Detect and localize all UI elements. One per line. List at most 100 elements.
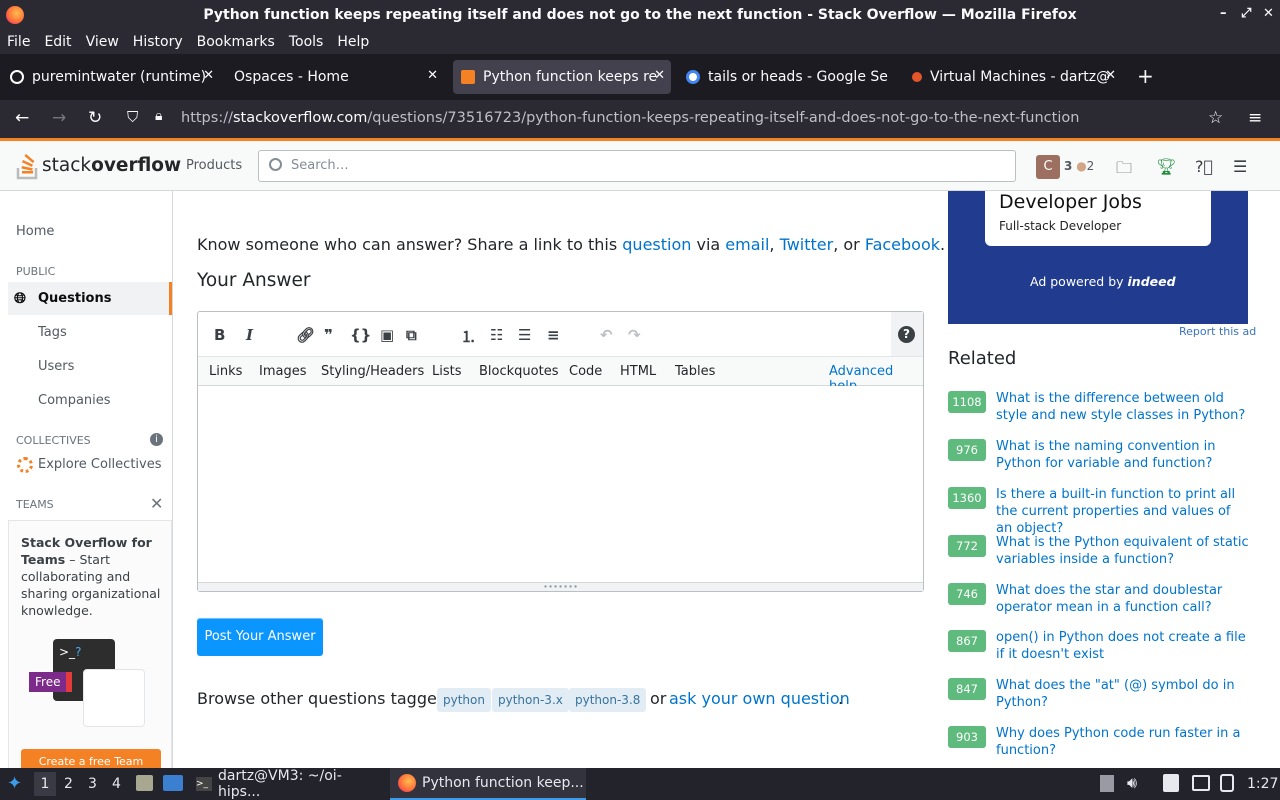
nav-explore-collectives[interactable]: Explore Collectives [38,457,162,472]
menu-history[interactable]: History [126,34,190,50]
help-icon[interactable]: ? [898,326,915,343]
workspace-1[interactable]: 1 [34,772,56,796]
post-answer-button[interactable]: Post Your Answer [197,618,323,656]
tab-google[interactable]: tails or heads - Google Se [678,60,896,94]
related-link[interactable]: What is the naming convention in Python … [996,438,1250,472]
help-styling[interactable]: Styling/Headers [321,364,424,379]
help-code[interactable]: Code [569,364,602,379]
redo-icon[interactable]: ↷ [628,326,641,344]
volume-icon[interactable]: 🔊︎ [1127,773,1137,793]
lock-icon[interactable]: 🔒︎ [155,108,162,124]
menu-edit[interactable]: Edit [37,34,78,50]
blockquote-icon[interactable]: ❞ [324,326,333,344]
tag-python[interactable]: python [437,688,491,712]
menu-help[interactable]: Help [330,34,376,50]
bulleted-list-icon[interactable]: ☷ [490,326,503,344]
tab-close-icon[interactable]: ✕ [654,68,665,83]
snippet-icon[interactable]: ⧉ [406,326,417,344]
italic-icon[interactable]: I [246,326,253,344]
help-icon[interactable]: ?⃝ [1195,157,1213,176]
help-images[interactable]: Images [259,364,307,379]
bold-icon[interactable]: B [214,326,225,344]
stackexchange-icon[interactable]: ☰ [1233,157,1247,176]
tag-python-3x[interactable]: python-3.x [492,688,569,712]
close-icon[interactable]: ✕ [1263,6,1274,21]
share-email-link[interactable]: email [725,235,769,254]
related-link[interactable]: What is the Python equivalent of static … [996,534,1250,568]
undo-icon[interactable]: ↶ [600,326,613,344]
inbox-icon[interactable]: 🗀︎ [1116,157,1132,184]
related-link[interactable]: open() in Python does not create a file … [996,629,1250,663]
resize-grip[interactable]: ∙∙∙∙∙∙∙ [198,582,923,591]
help-blockquotes[interactable]: Blockquotes [479,364,558,379]
menu-file[interactable]: File [0,34,37,50]
avatar[interactable]: C [1036,155,1060,179]
tab-virtual-machines[interactable]: Virtual Machines - dartz@ ✕ [904,60,1122,94]
help-html[interactable]: HTML [620,364,656,379]
report-ad-link[interactable]: Report this ad [1179,325,1256,338]
heading-icon[interactable]: ☰ [518,326,531,344]
help-tables[interactable]: Tables [675,364,715,379]
task-firefox[interactable]: Python function keep... [390,768,586,800]
image-icon[interactable]: ▣ [380,326,394,344]
nav-tags[interactable]: Tags [38,325,67,340]
answer-textarea[interactable] [198,386,923,582]
url-bar[interactable]: https://stackoverflow.com/questions/7351… [181,110,1079,126]
workspace-3[interactable]: 3 [88,776,97,792]
share-twitter-link[interactable]: Twitter [780,235,834,254]
menu-tools[interactable]: Tools [282,34,331,50]
nav-companies[interactable]: Companies [38,393,111,408]
start-menu-icon[interactable]: ✦ [7,773,22,794]
clipboard-icon[interactable] [1100,775,1114,792]
horizontal-rule-icon[interactable]: ≡ [547,326,560,344]
battery-icon[interactable] [1220,774,1234,792]
products-menu[interactable]: Products [186,158,242,173]
shield-icon[interactable]: ⛉ [127,108,138,126]
numbered-list-icon[interactable]: ⒈ [461,326,476,347]
tag-python-38[interactable]: python-3.8 [569,688,647,712]
share-facebook-link[interactable]: Facebook [865,235,940,254]
related-link[interactable]: What does the star and doublestar operat… [996,582,1250,616]
code-icon[interactable]: {} [350,326,371,344]
related-link[interactable]: Why does Python code run faster in a fun… [996,725,1250,759]
reload-icon[interactable]: ↻ [88,108,102,128]
tab-close-icon[interactable]: ✕ [427,68,438,83]
desktop-icon[interactable] [163,775,183,791]
bookmark-star-icon[interactable]: ☆ [1208,108,1223,128]
ask-question-link[interactable]: ask your own question [669,689,850,708]
clock[interactable]: 1:27 [1247,776,1278,792]
share-question-link[interactable]: question [622,235,691,254]
forward-icon[interactable]: → [52,108,66,128]
back-icon[interactable]: ← [15,108,29,128]
menu-view[interactable]: View [79,34,126,50]
tab-close-icon[interactable]: ✕ [203,68,214,83]
related-link[interactable]: Is there a built-in function to print al… [996,486,1250,537]
workspace-2[interactable]: 2 [64,776,73,792]
nav-questions[interactable]: 🌐︎ Questions [8,282,172,315]
achievements-icon[interactable]: 🏆︎ [1156,157,1176,176]
tab-ospaces[interactable]: Ospaces - Home ✕ [226,60,444,94]
tab-puremintwater[interactable]: puremintwater (runtime) ✕ [2,60,220,94]
minimize-icon[interactable]: – [1220,6,1227,21]
search-input[interactable]: Search… [258,150,1016,182]
help-links[interactable]: Links [209,364,242,379]
link-icon[interactable]: 🔗︎ [296,326,315,344]
related-link[interactable]: What does the "at" (@) symbol do in Pyth… [996,677,1250,711]
info-icon[interactable]: i [150,433,163,446]
menu-bookmarks[interactable]: Bookmarks [190,34,282,50]
notes-icon[interactable] [1163,774,1179,792]
reputation[interactable]: 3 ●2 [1064,159,1094,173]
task-terminal[interactable]: >_ dartz@VM3: ~/oi-hips... [188,768,384,800]
nav-users[interactable]: Users [38,359,74,374]
network-icon[interactable] [1192,775,1210,791]
stackoverflow-logo[interactable]: stack overflow [16,150,181,180]
new-tab-icon[interactable]: + [1137,64,1154,88]
help-lists[interactable]: Lists [432,364,462,379]
file-manager-icon[interactable] [136,775,153,791]
close-teams-icon[interactable]: ✕ [150,494,163,513]
nav-home[interactable]: Home [16,224,54,239]
tab-close-icon[interactable]: ✕ [1105,68,1116,83]
tab-stackoverflow[interactable]: Python function keeps re ✕ [453,60,671,94]
related-link[interactable]: What is the difference between old style… [996,390,1250,424]
workspace-4[interactable]: 4 [112,776,121,792]
